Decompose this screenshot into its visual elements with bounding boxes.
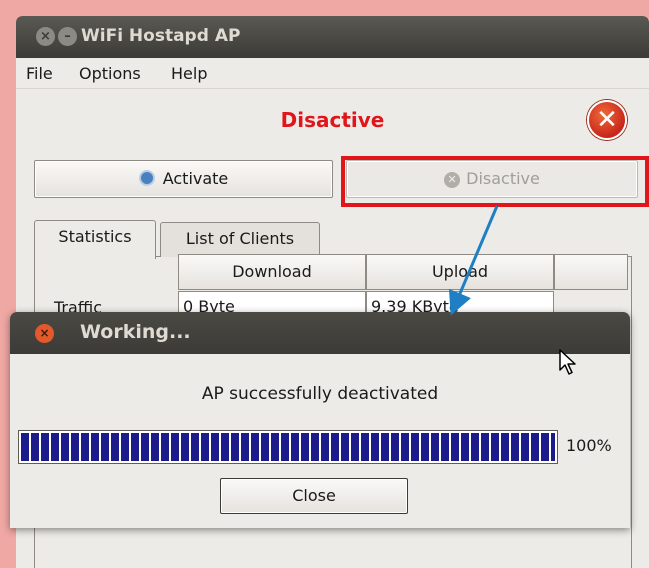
dialog-title-bar: × Working... <box>10 312 630 375</box>
menu-options[interactable]: Options <box>79 64 141 83</box>
highlight-box <box>341 156 649 207</box>
gear-icon <box>138 170 155 186</box>
activate-label: Activate <box>162 169 229 188</box>
column-header-upload[interactable]: Upload <box>366 254 554 290</box>
working-dialog: × Working... AP successfully deactivated… <box>10 312 630 528</box>
column-header-download[interactable]: Download <box>178 254 366 290</box>
tab-list-of-clients[interactable]: List of Clients <box>160 222 320 257</box>
close-button[interactable]: Close <box>220 478 408 514</box>
progress-bar <box>18 430 558 464</box>
dialog-close-icon[interactable]: × <box>35 324 54 343</box>
window-title: WiFi Hostapd AP <box>81 26 241 46</box>
menu-help[interactable]: Help <box>171 64 207 83</box>
menu-bar: File Options Help <box>16 58 649 89</box>
window-minimize-icon[interactable]: – <box>58 27 77 46</box>
dialog-message: AP successfully deactivated <box>201 384 439 404</box>
column-header-empty <box>554 254 628 290</box>
progress-percent: 100% <box>566 436 612 455</box>
dialog-title: Working... <box>80 321 191 343</box>
mouse-pointer-icon <box>559 349 576 375</box>
status-label: Disactive <box>280 108 385 132</box>
progress-fill <box>21 433 555 461</box>
tab-statistics[interactable]: Statistics <box>34 220 156 259</box>
error-x-icon: ✕ <box>587 100 627 140</box>
menu-file[interactable]: File <box>26 64 53 83</box>
title-bar: × – WiFi Hostapd AP <box>16 16 649 58</box>
activate-button[interactable]: Activate <box>34 160 333 198</box>
window-close-icon[interactable]: × <box>36 27 55 46</box>
